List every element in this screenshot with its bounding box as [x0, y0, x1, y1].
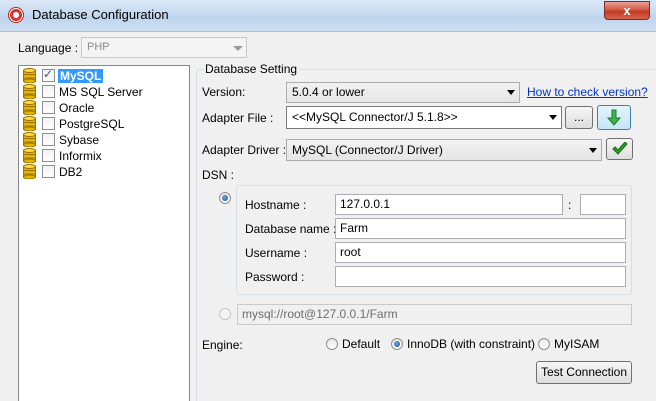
confirm-driver-button[interactable] [606, 138, 633, 160]
hostname-input[interactable]: 127.0.0.1 [335, 194, 563, 215]
db2-checkbox[interactable] [42, 165, 55, 178]
list-item-label: PostgreSQL [59, 117, 125, 131]
adapter-file-value: <<MySQL Connector/J 5.1.8>> [292, 110, 458, 124]
list-item-label: MySQL [58, 69, 104, 83]
check-icon: ✓ [43, 67, 54, 81]
database-name-label: Database name : [245, 222, 337, 236]
list-item-ms-sql-server[interactable]: MS SQL Server [23, 84, 183, 100]
version-select[interactable]: 5.0.4 or lower [286, 82, 520, 103]
database-icon [23, 68, 36, 83]
version-value: 5.0.4 or lower [292, 85, 365, 99]
chevron-down-icon [233, 46, 243, 51]
username-label: Username : [245, 246, 308, 260]
postgresql-checkbox[interactable] [42, 117, 55, 130]
dsn-label: DSN : [202, 168, 235, 182]
list-item-label: Oracle [59, 101, 95, 115]
database-icon [23, 164, 36, 179]
engine-default-label: Default [342, 337, 381, 351]
database-icon [23, 84, 36, 99]
version-label: Version: [202, 85, 246, 99]
app-logo-icon [8, 7, 24, 23]
informix-checkbox[interactable] [42, 149, 55, 162]
language-select[interactable]: PHP [81, 37, 247, 58]
list-item-mysql[interactable]: ✓ MySQL [23, 67, 183, 84]
list-item-postgresql[interactable]: PostgreSQL [23, 116, 183, 132]
ms-sql-server-checkbox[interactable] [42, 85, 55, 98]
hostname-label: Hostname : [245, 198, 307, 212]
title-bar[interactable]: Database Configuration x [0, 0, 656, 32]
database-icon [23, 148, 36, 163]
test-connection-button[interactable]: Test Connection [536, 361, 632, 384]
adapter-file-label: Adapter File : [202, 111, 274, 125]
list-item-oracle[interactable]: Oracle [23, 100, 183, 116]
username-input[interactable]: root [335, 242, 626, 263]
oracle-checkbox[interactable] [42, 101, 55, 114]
close-button[interactable]: x [604, 1, 650, 20]
engine-myisam-label: MyISAM [554, 337, 600, 351]
password-label: Password : [245, 270, 305, 284]
dsn-url-input[interactable]: mysql://root@127.0.0.1/Farm [237, 304, 632, 325]
database-icon [23, 132, 36, 147]
chevron-down-icon [507, 90, 515, 95]
download-button[interactable] [597, 105, 631, 130]
database-list[interactable]: ✓ MySQL MS SQL Server Oracle PostgreSQL … [18, 65, 190, 401]
database-icon [23, 116, 36, 131]
database-name-input[interactable]: Farm [335, 218, 626, 239]
engine-myisam-radio[interactable] [538, 338, 550, 350]
password-input[interactable] [335, 266, 626, 287]
engine-innodb-radio[interactable] [391, 338, 403, 350]
list-item-informix[interactable]: Informix [23, 148, 183, 164]
list-item-sybase[interactable]: Sybase [23, 132, 183, 148]
database-icon [23, 100, 36, 115]
database-configuration-window: Database Configuration x Language : PHP … [0, 0, 656, 401]
list-item-db2[interactable]: DB2 [23, 164, 183, 180]
port-input[interactable] [580, 194, 626, 215]
adapter-driver-value: MySQL (Connector/J Driver) [292, 143, 443, 157]
language-label: Language : [18, 41, 79, 55]
language-value: PHP [87, 41, 110, 53]
dsn-url-radio[interactable] [219, 308, 231, 320]
engine-default-radio[interactable] [326, 338, 338, 350]
list-item-label: Informix [59, 149, 102, 163]
port-separator: : [568, 198, 572, 212]
list-item-label: MS SQL Server [59, 85, 143, 99]
adapter-file-select[interactable]: <<MySQL Connector/J 5.1.8>> [286, 106, 562, 129]
how-to-check-version-link[interactable]: How to check version? [527, 85, 648, 99]
engine-innodb-label: InnoDB (with constraint) [407, 337, 536, 351]
list-item-label: Sybase [59, 133, 100, 147]
chevron-down-icon [549, 115, 557, 120]
dsn-fields-radio[interactable] [219, 192, 231, 204]
chevron-down-icon [589, 148, 597, 153]
sybase-checkbox[interactable] [42, 133, 55, 146]
mysql-checkbox[interactable]: ✓ [42, 67, 55, 82]
green-check-icon [611, 141, 628, 155]
browse-button[interactable]: ... [565, 106, 593, 129]
adapter-driver-label: Adapter Driver : [202, 143, 287, 157]
window-title: Database Configuration [32, 7, 169, 22]
adapter-driver-select[interactable]: MySQL (Connector/J Driver) [286, 139, 602, 161]
list-item-label: DB2 [59, 165, 83, 179]
database-setting-legend: Database Setting [203, 62, 300, 76]
engine-label: Engine: [202, 338, 243, 352]
download-arrow-icon [606, 109, 622, 126]
